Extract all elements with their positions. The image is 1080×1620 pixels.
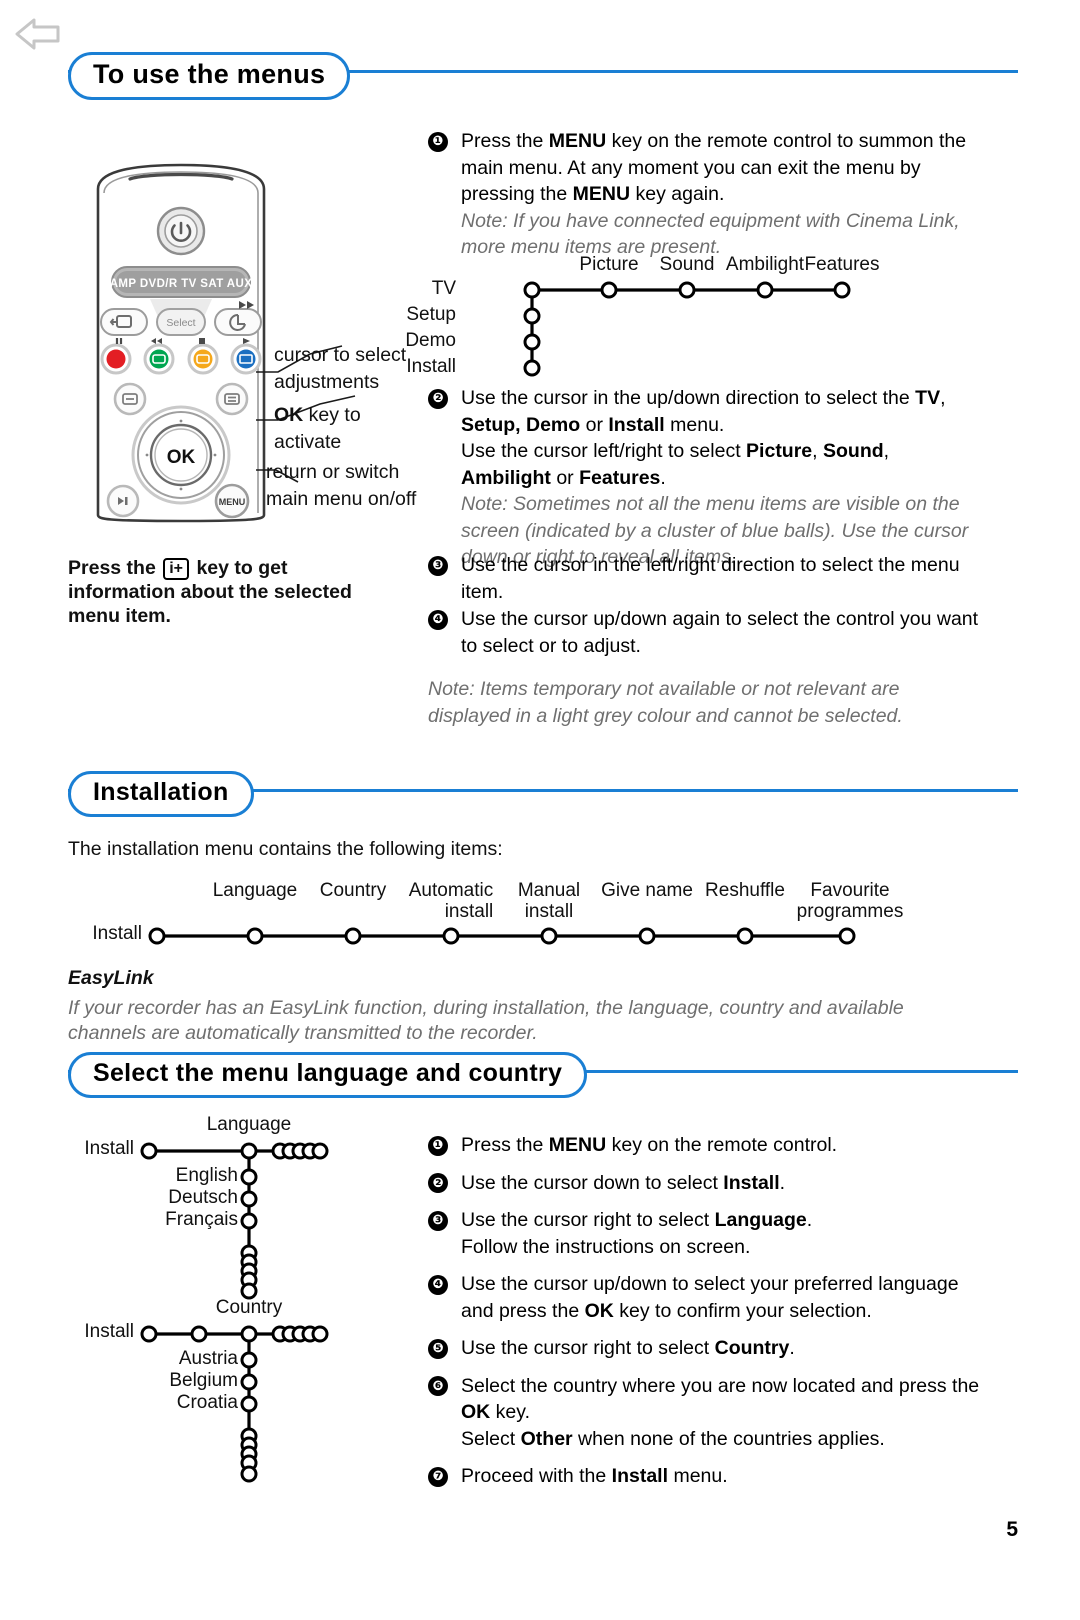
country-item-austria: Austria bbox=[178, 1348, 238, 1369]
step-number: ❸ bbox=[428, 555, 448, 576]
step-6: ❻ Select the country where you are now l… bbox=[428, 1373, 983, 1453]
step-number: ❼ bbox=[428, 1466, 448, 1487]
country-tree-root-label: Install bbox=[84, 1321, 134, 1342]
step-3: ❸ Use the cursor right to select Languag… bbox=[428, 1207, 983, 1260]
step-1: ❶ Press the MENU key on the remote contr… bbox=[428, 1132, 983, 1159]
back-arrow-icon[interactable] bbox=[14, 16, 62, 52]
install-item-language: Language bbox=[212, 880, 298, 901]
section-title: Installation bbox=[68, 771, 254, 817]
install-item-favourite-programmes: Favourite programmes bbox=[796, 880, 904, 922]
section1-final-note: Note: Items temporary not available or n… bbox=[428, 678, 903, 727]
tree-root-label-setup: Setup bbox=[406, 304, 456, 325]
install-item-reshuffle: Reshuffle bbox=[705, 880, 785, 901]
svg-text:Select: Select bbox=[166, 317, 195, 329]
section-title: Select the menu language and country bbox=[68, 1052, 588, 1098]
step-number: ❹ bbox=[428, 609, 448, 630]
tree-root-label-demo: Demo bbox=[405, 330, 456, 351]
svg-text:OK: OK bbox=[167, 447, 196, 468]
step-4: ❹ Use the cursor up/down again to select… bbox=[428, 606, 983, 659]
step-1: ❶ Press the MENU key on the remote contr… bbox=[428, 128, 983, 261]
easylink-heading: EasyLink bbox=[68, 967, 154, 989]
tree-root-label-install: Install bbox=[406, 356, 456, 377]
country-tree-branch-label: Country bbox=[215, 1297, 283, 1318]
step-subline: Follow the instructions on screen. bbox=[461, 1235, 751, 1258]
step-2: ❷ Use the cursor in the up/down directio… bbox=[428, 385, 983, 571]
step-note: Note: If you have connected equipment wi… bbox=[461, 209, 960, 259]
country-item-croatia: Croatia bbox=[176, 1392, 238, 1413]
step-4: ❹ Use the cursor up/down to select your … bbox=[428, 1271, 983, 1324]
language-item-deutsch: Deutsch bbox=[168, 1187, 238, 1208]
info-key-icon: i+ bbox=[163, 558, 190, 580]
svg-text:MENU: MENU bbox=[219, 497, 246, 507]
step-text: Use the cursor up/down again to select t… bbox=[461, 608, 979, 657]
main-menu-tree-diagram: TV Setup Demo Install Picture Sound Ambi… bbox=[405, 254, 880, 378]
language-tree-branch-label: Language bbox=[206, 1114, 292, 1135]
section-title: To use the menus bbox=[68, 52, 351, 100]
step-number: ❻ bbox=[428, 1376, 448, 1396]
installation-intro: The installation menu contains the follo… bbox=[68, 838, 503, 860]
tree-branch-label-features: Features bbox=[804, 254, 880, 275]
step-number: ❷ bbox=[428, 1173, 448, 1193]
section3-steps: ❶ Press the MENU key on the remote contr… bbox=[428, 1132, 983, 1490]
step-number: ❺ bbox=[428, 1338, 448, 1359]
callout-return: return or switch main menu on/off bbox=[266, 461, 417, 510]
step-number: ❶ bbox=[428, 131, 448, 152]
svg-text:AMP DVD/R TV SAT AUX: AMP DVD/R TV SAT AUX bbox=[110, 278, 253, 290]
country-tree-diagram: Install Country Austria Belgium Croatia bbox=[84, 1297, 342, 1486]
step-7: ❼ Proceed with the Install menu. bbox=[428, 1463, 983, 1490]
step-number: ❶ bbox=[428, 1135, 448, 1156]
document-page: To use the menus AMP DVD/R TV SAT AUX Se… bbox=[0, 0, 1080, 1620]
install-item-automatic-install: Automatic install bbox=[408, 880, 494, 922]
step-number: ❷ bbox=[428, 388, 448, 409]
country-item-belgium: Belgium bbox=[169, 1370, 238, 1391]
page-number: 5 bbox=[1006, 1518, 1018, 1541]
step-2: ❷ Use the cursor down to select Install. bbox=[428, 1170, 983, 1197]
language-item-english: English bbox=[175, 1165, 238, 1186]
install-item-manual-install: Manual install bbox=[517, 880, 581, 922]
step-number: ❹ bbox=[428, 1274, 448, 1295]
language-tree-diagram: Install Language English Deutsch Françai… bbox=[84, 1114, 342, 1303]
callout-ok: OK key to activate bbox=[274, 404, 361, 453]
install-tree-diagram: Install Language Country Automatic instal… bbox=[92, 880, 903, 948]
remote-control-illustration: AMP DVD/R TV SAT AUX Select OK MENU bbox=[86, 163, 276, 528]
tree-root-label-tv: TV bbox=[431, 278, 456, 299]
install-item-give-name: Give name bbox=[601, 880, 693, 901]
step-number: ❸ bbox=[428, 1210, 448, 1231]
install-tree-root-label: Install bbox=[92, 923, 142, 944]
step-text: Use the cursor in the left/right directi… bbox=[461, 554, 960, 603]
language-item-francais: Français bbox=[165, 1209, 238, 1230]
step-3: ❸ Use the cursor in the left/right direc… bbox=[428, 552, 983, 605]
install-item-country: Country bbox=[319, 880, 387, 901]
easylink-body: If your recorder has an EasyLink functio… bbox=[68, 997, 904, 1044]
language-tree-root-label: Install bbox=[84, 1138, 134, 1159]
info-key-note: Press the i+ key to get information abou… bbox=[68, 557, 352, 627]
step-5: ❺ Use the cursor right to select Country… bbox=[428, 1335, 983, 1362]
